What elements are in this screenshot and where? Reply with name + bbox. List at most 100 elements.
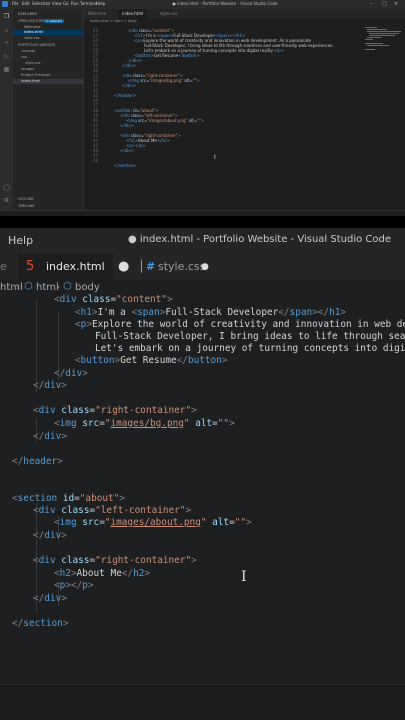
tree-css[interactable]: css: [21, 55, 27, 59]
vscode-logo-icon: [2, 1, 8, 7]
code-line: <button>Get Resume</button>: [134, 53, 200, 58]
code-line[interactable]: <h1>I'm a <span>Full-Stack Developer</sp…: [75, 307, 346, 319]
code-line[interactable]: <p></p>: [54, 580, 94, 592]
tab-style-small[interactable]: style.css: [156, 9, 181, 19]
code-line[interactable]: </section>: [12, 618, 68, 630]
minimap[interactable]: [363, 25, 403, 85]
text-cursor-small: I: [214, 154, 216, 161]
tab-style-css[interactable]: style.css: [158, 254, 205, 280]
gear-icon[interactable]: ⚙: [3, 197, 10, 204]
code-line[interactable]: <div class="right-container">: [33, 555, 197, 567]
menu-terminal[interactable]: Terminal: [80, 1, 97, 6]
breadcrumb-body[interactable]: body: [75, 282, 100, 293]
tree-index-html[interactable]: index.html: [21, 79, 40, 83]
search-icon[interactable]: ⌕: [3, 27, 10, 34]
unsaved-badge: 1 unsaved: [44, 19, 64, 23]
breadcrumb-small: index.html > html > body: [84, 19, 405, 25]
window-title: ● index.html - Portfolio Website - Visua…: [172, 1, 278, 6]
project-header[interactable]: PORTFOLIO WEBSITE: [18, 43, 55, 47]
activity-bar: ❐ ⌕ ⑂ ▷ ▦ ◯ ⚙: [0, 9, 13, 216]
code-line[interactable]: <img src="images/about.png" alt="">: [54, 517, 252, 529]
title-bar-zoomed: Help ● index.html - Portfolio Website - …: [0, 228, 405, 254]
status-bar: [0, 684, 405, 720]
code-line[interactable]: <div class="left-container">: [33, 505, 191, 517]
code-line[interactable]: <section id="about">: [12, 493, 125, 505]
code-line[interactable]: Let's embark on a journey of turning con…: [95, 343, 405, 355]
collapse-icon[interactable]: │: [138, 254, 145, 280]
code-line[interactable]: Full-Stack Developer, I bring ideas to l…: [95, 331, 405, 343]
code-line: </div>: [120, 123, 135, 128]
tree-style-css[interactable]: style.css: [25, 61, 40, 65]
code-line[interactable]: </header>: [12, 456, 63, 468]
menu-help-zoomed[interactable]: Help: [8, 234, 33, 247]
unsaved-dot-icon[interactable]: ●: [118, 254, 129, 280]
line-number: 48: [92, 158, 98, 163]
outline-header[interactable]: OUTLINE: [18, 197, 34, 201]
minimize-icon[interactable]: –: [370, 1, 373, 7]
code-line[interactable]: <div class="content">: [54, 294, 173, 306]
source-control-icon[interactable]: ⑂: [3, 40, 10, 47]
html5-icon: 5: [26, 259, 35, 274]
indent-guide: [36, 300, 37, 392]
tab-bar-zoomed: e 5 index.html ● │ # style.css ●: [0, 254, 405, 280]
code-line: </div>: [122, 63, 137, 68]
code-line: </section>: [114, 163, 137, 168]
vscode-window-small: File Edit Selection View Go Run Terminal…: [0, 0, 405, 216]
open-item-style[interactable]: style.css: [24, 36, 39, 40]
code-line: </div>: [122, 83, 137, 88]
code-line[interactable]: </div>: [33, 431, 67, 443]
code-line[interactable]: </div>: [54, 368, 88, 380]
close-icon[interactable]: ×: [394, 1, 398, 7]
code-line[interactable]: </div>: [33, 530, 67, 542]
tree-images[interactable]: images: [21, 67, 34, 71]
menu-go[interactable]: Go: [63, 1, 69, 6]
code-line[interactable]: <h2>About Me</h2>: [54, 568, 150, 580]
chevron-right-icon: ›: [56, 282, 60, 293]
code-line[interactable]: <div class="right-container">: [33, 405, 197, 417]
tree-project-previews[interactable]: Project Previews: [21, 73, 50, 77]
open-item-index[interactable]: index.html: [24, 30, 43, 34]
tab-index-html[interactable]: 5 index.html: [18, 254, 113, 280]
editor-small[interactable]: 22 23 24 25 26 27 28 29 30 31 32 33 34 3…: [84, 26, 364, 208]
code-line: </div>: [120, 148, 135, 153]
timeline-header[interactable]: TIMELINE: [18, 204, 35, 208]
unsaved-dot-icon[interactable]: ●: [201, 254, 209, 280]
sidebar-explorer: [13, 9, 84, 216]
element-icon: ⬡: [63, 281, 72, 292]
code-line: </header>: [114, 93, 137, 98]
tab-index-small[interactable]: index.html: [118, 9, 148, 19]
menu-file[interactable]: File: [12, 1, 19, 6]
maximize-icon[interactable]: □: [382, 1, 387, 7]
menu-view[interactable]: View: [52, 1, 62, 6]
menu-selection[interactable]: Selection: [32, 1, 50, 6]
tab-partial-edge[interactable]: e: [0, 254, 7, 280]
tab-welcome-small[interactable]: Welcome: [84, 9, 110, 19]
run-debug-icon[interactable]: ▷: [3, 53, 10, 60]
explorer-title: EXPLORER: [18, 12, 37, 16]
tree-vscode[interactable]: .vscode: [21, 49, 35, 53]
code-line[interactable]: </div>: [33, 380, 67, 392]
menu-run[interactable]: Run: [71, 1, 79, 6]
code-line[interactable]: <p>Explore the world of creativity and i…: [75, 319, 405, 331]
extensions-icon[interactable]: ▦: [3, 66, 10, 73]
explorer-icon[interactable]: ❐: [3, 13, 10, 20]
menu-help[interactable]: Help: [96, 1, 105, 6]
divider-black: [0, 216, 405, 228]
window-title-zoomed: ● index.html - Portfolio Website - Visua…: [128, 234, 391, 245]
tab-bar-small: Welcome index.html style.css: [84, 9, 405, 19]
text-cursor-ibeam-icon: I: [241, 569, 247, 585]
open-editors-header[interactable]: OPEN EDITORS: [18, 19, 45, 23]
account-icon[interactable]: ◯: [3, 184, 10, 191]
code-line: <img src="images/bg.png" alt="">: [128, 78, 200, 83]
code-line[interactable]: <img src="images/bg.png" alt="">: [54, 418, 235, 430]
breadcrumb-small-text: index.html > html > body: [90, 19, 137, 23]
menu-edit[interactable]: Edit: [22, 1, 30, 6]
chevron-right-icon: ›: [16, 282, 20, 293]
code-line[interactable]: </div>: [33, 593, 67, 605]
open-item-welcome[interactable]: Welcome: [24, 25, 40, 29]
code-line: <img src="images/about.png" alt="">: [126, 118, 205, 123]
css3-icon: #: [146, 260, 156, 273]
element-icon: ⬡: [24, 281, 33, 292]
vscode-window-zoomed: Help ● index.html - Portfolio Website - …: [0, 228, 405, 720]
code-line[interactable]: <button>Get Resume</button>: [75, 355, 227, 367]
